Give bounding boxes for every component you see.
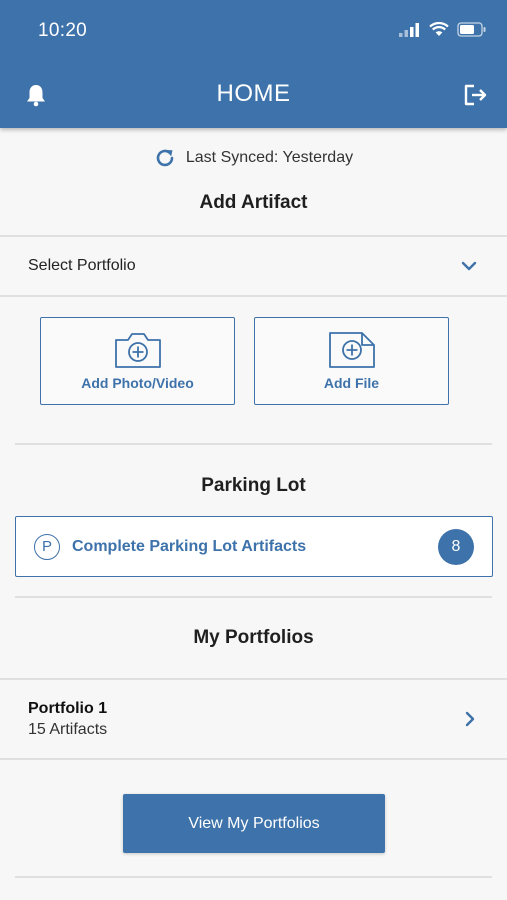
parking-lot-label: Complete Parking Lot Artifacts [72,537,307,555]
select-portfolio-dropdown[interactable]: Select Portfolio [0,237,507,295]
view-my-portfolios-button[interactable]: View My Portfolios [123,794,385,853]
page-title: HOME [216,80,291,107]
complete-parking-lot-button[interactable]: P Complete Parking Lot Artifacts 8 [15,516,493,577]
camera-plus-icon [114,333,161,368]
status-icons [399,22,487,37]
cellular-signal-icon [399,22,419,37]
sync-status: Last Synced: Yesterday [0,145,507,171]
portfolio-list-item[interactable]: Portfolio 1 15 Artifacts [0,680,507,758]
battery-icon [457,22,486,37]
divider [15,596,492,598]
add-file-button[interactable]: Add File [254,317,449,405]
divider [0,758,507,760]
add-file-label: Add File [323,375,380,391]
chevron-down-icon [461,261,477,271]
my-portfolios-title: My Portfolios [193,627,314,648]
divider [15,443,492,445]
add-photo-video-button[interactable]: Add Photo/Video [40,317,235,405]
portfolio-artifact-count: 15 Artifacts [28,720,108,738]
sync-text: Last Synced: Yesterday [185,149,354,166]
chevron-right-icon [465,711,475,727]
wifi-icon [429,22,449,36]
refresh-icon[interactable] [154,147,176,169]
divider [15,876,492,878]
parking-icon: P [34,533,60,560]
app-header: 10:20 HOME [0,0,507,128]
select-portfolio-value: Select Portfolio [28,257,136,274]
add-artifact-title: Add Artifact [199,192,308,213]
logout-icon [464,84,487,106]
add-photo-video-label: Add Photo/Video [81,375,194,391]
logout-button[interactable] [461,80,491,110]
file-plus-icon [328,332,375,368]
parking-lot-title: Parking Lot [201,475,306,496]
portfolio-name: Portfolio 1 [28,699,108,717]
divider [0,295,507,297]
status-time: 10:20 [38,20,88,41]
parking-count-badge: 8 [438,528,474,565]
